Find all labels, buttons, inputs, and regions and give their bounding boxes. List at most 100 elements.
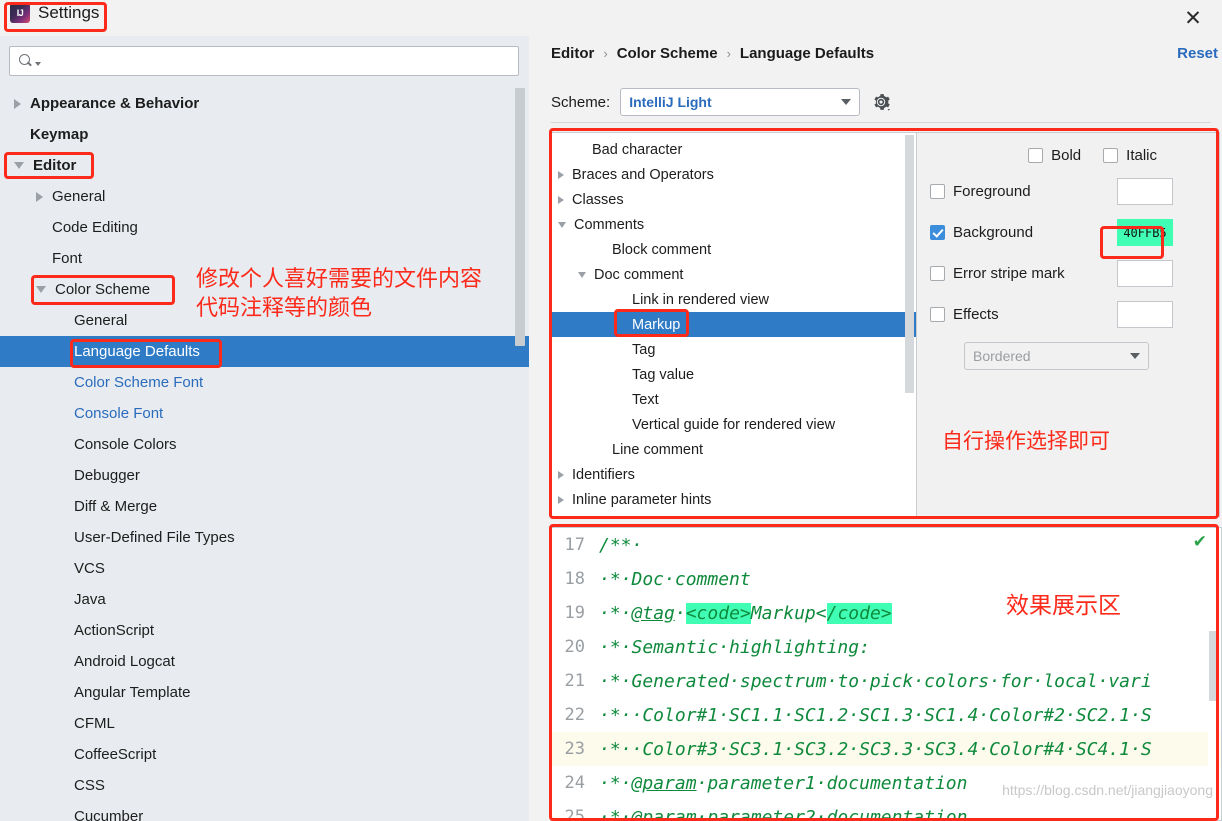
sidebar-item-label: CFML bbox=[74, 715, 115, 732]
settings-category-tree[interactable]: Appearance & Behavior Keymap Editor General… bbox=[0, 88, 529, 821]
background-checkbox[interactable]: Background bbox=[930, 224, 1033, 241]
italic-checkbox[interactable]: Italic bbox=[1103, 147, 1157, 164]
sidebar-item-coffeescript[interactable]: CoffeeScript bbox=[0, 739, 529, 770]
italic-checkbox-box[interactable] bbox=[1103, 148, 1119, 163]
chevron-down-icon[interactable] bbox=[578, 271, 586, 278]
chevron-right-icon[interactable] bbox=[558, 195, 564, 204]
preview-scrollbar[interactable] bbox=[1208, 528, 1220, 820]
sidebar-item-general[interactable]: General bbox=[0, 181, 529, 212]
reset-link[interactable]: Reset bbox=[1177, 45, 1218, 62]
background-checkbox-box[interactable] bbox=[930, 225, 945, 240]
attribute-item-classes[interactable]: Classes bbox=[552, 187, 916, 212]
error-stripe-checkbox[interactable]: Error stripe mark bbox=[930, 265, 1065, 282]
attribute-item-tag-value[interactable]: Tag value bbox=[552, 362, 916, 387]
sidebar-item-color-scheme-font[interactable]: Color Scheme Font bbox=[0, 367, 529, 398]
attribute-item-label: Classes bbox=[572, 191, 624, 208]
code-lines: 17/**· 18 ·*·Doc·comment 19 ·*·@tag·<code>Ma… bbox=[551, 528, 1221, 821]
effects-type-select[interactable]: Bordered bbox=[964, 342, 1149, 370]
sidebar-item-android-logcat[interactable]: Android Logcat bbox=[0, 646, 529, 677]
effects-label: Effects bbox=[953, 306, 999, 323]
background-color-swatch[interactable]: 40FFB5 bbox=[1117, 219, 1173, 246]
code-text: ·*··Color#3·SC3.1·SC3.2·SC3.3·SC3.4·Colo… bbox=[593, 739, 1152, 760]
attribute-item-vertical-guide-for-rendered-view[interactable]: Vertical guide for rendered view bbox=[552, 412, 916, 437]
attribute-item-link-in-rendered-view[interactable]: Link in rendered view bbox=[552, 287, 916, 312]
sidebar-item-label: Color Scheme bbox=[55, 281, 151, 298]
sidebar-item-user-defined-file-types[interactable]: User-Defined File Types bbox=[0, 522, 529, 553]
attribute-item-doc-comment[interactable]: Doc comment bbox=[552, 262, 916, 287]
attribute-item-label: Vertical guide for rendered view bbox=[632, 416, 836, 433]
sidebar-item-console-font[interactable]: Console Font bbox=[0, 398, 529, 429]
bold-checkbox[interactable]: Bold bbox=[1028, 147, 1081, 164]
chevron-down-icon[interactable] bbox=[14, 162, 24, 169]
chevron-down-icon[interactable] bbox=[36, 286, 46, 293]
color-scheme-preview[interactable]: 17/**· 18 ·*·Doc·comment 19 ·*·@tag·<code>Ma… bbox=[550, 527, 1222, 821]
sidebar-item-language-defaults[interactable]: Language Defaults bbox=[0, 336, 529, 367]
preview-scrollbar-thumb[interactable] bbox=[1209, 631, 1219, 701]
sidebar-item-appearance-behavior[interactable]: Appearance & Behavior bbox=[0, 88, 529, 119]
search-input[interactable] bbox=[41, 53, 518, 69]
sidebar-item-console-colors[interactable]: Console Colors bbox=[0, 429, 529, 460]
attribute-item-identifiers[interactable]: Identifiers bbox=[552, 462, 916, 487]
attribute-tree-scrollbar[interactable] bbox=[905, 135, 914, 516]
error-stripe-color-swatch[interactable] bbox=[1117, 260, 1173, 287]
error-stripe-checkbox-box[interactable] bbox=[930, 266, 945, 281]
settings-sidebar: Appearance & Behavior Keymap Editor General… bbox=[0, 36, 529, 821]
sidebar-item-angular-template[interactable]: Angular Template bbox=[0, 677, 529, 708]
sidebar-item-actionscript[interactable]: ActionScript bbox=[0, 615, 529, 646]
attribute-item-bad-character[interactable]: Bad character bbox=[552, 137, 916, 162]
gear-icon[interactable] bbox=[870, 91, 892, 113]
code-span: ·parameter2·documentation bbox=[696, 806, 968, 821]
breadcrumb-item-language-defaults[interactable]: Language Defaults bbox=[740, 45, 874, 62]
sidebar-item-css[interactable]: CSS bbox=[0, 770, 529, 801]
scheme-select[interactable]: IntelliJ Light bbox=[620, 88, 861, 116]
attribute-item-block-comment[interactable]: Block comment bbox=[552, 237, 916, 262]
sidebar-item-debugger[interactable]: Debugger bbox=[0, 460, 529, 491]
sidebar-item-java[interactable]: Java bbox=[0, 584, 529, 615]
sidebar-item-label: General bbox=[74, 312, 128, 329]
sidebar-item-keymap[interactable]: Keymap bbox=[0, 119, 529, 150]
chevron-right-icon[interactable] bbox=[558, 495, 564, 504]
effects-checkbox[interactable]: Effects bbox=[930, 306, 999, 323]
close-icon[interactable]: ✕ bbox=[1180, 5, 1206, 31]
attribute-item-label: Markup bbox=[632, 316, 681, 333]
foreground-checkbox-box[interactable] bbox=[930, 184, 945, 199]
attribute-tree-scrollbar-thumb[interactable] bbox=[905, 135, 914, 393]
line-number: 18 bbox=[551, 569, 593, 589]
sidebar-item-cfml[interactable]: CFML bbox=[0, 708, 529, 739]
attribute-item-line-comment[interactable]: Line comment bbox=[552, 437, 916, 462]
effects-color-swatch[interactable] bbox=[1117, 301, 1173, 328]
attribute-item-label: Identifiers bbox=[572, 466, 635, 483]
effects-checkbox-box[interactable] bbox=[930, 307, 945, 322]
attribute-item-tag[interactable]: Tag bbox=[552, 337, 916, 362]
chevron-right-icon[interactable] bbox=[36, 191, 43, 202]
window-title: Settings bbox=[38, 3, 100, 22]
code-span: ·*· bbox=[599, 602, 632, 624]
attribute-item-comments[interactable]: Comments bbox=[552, 212, 916, 237]
attribute-item-braces-and-operators[interactable]: Braces and Operators bbox=[552, 162, 916, 187]
chevron-right-icon[interactable] bbox=[558, 470, 564, 479]
chevron-right-icon[interactable] bbox=[558, 170, 564, 179]
sidebar-item-code-editing[interactable]: Code Editing bbox=[0, 212, 529, 243]
chevron-down-icon[interactable] bbox=[558, 221, 566, 228]
breadcrumb-item-color-scheme[interactable]: Color Scheme bbox=[617, 45, 718, 62]
sidebar-scrollbar[interactable] bbox=[515, 88, 525, 821]
code-span: ·*··Color#3·SC3.1·SC3.2·SC3.3·SC3.4·Colo… bbox=[599, 738, 1152, 760]
chevron-right-icon[interactable] bbox=[14, 98, 21, 109]
attribute-item-markup[interactable]: Markup bbox=[552, 312, 916, 337]
header-divider bbox=[551, 122, 1211, 123]
bold-checkbox-box[interactable] bbox=[1028, 148, 1044, 163]
code-text: ·*··Color#1·SC1.1·SC1.2·SC1.3·SC1.4·Colo… bbox=[593, 705, 1152, 726]
sidebar-scrollbar-thumb[interactable] bbox=[515, 88, 525, 346]
foreground-checkbox[interactable]: Foreground bbox=[930, 183, 1031, 200]
attribute-item-inline-parameter-hints[interactable]: Inline parameter hints bbox=[552, 487, 916, 512]
sidebar-item-vcs[interactable]: VCS bbox=[0, 553, 529, 584]
breadcrumb-item-editor[interactable]: Editor bbox=[551, 45, 594, 62]
attribute-tree[interactable]: Bad character Braces and Operators Classes… bbox=[552, 133, 917, 516]
sidebar-item-editor[interactable]: Editor bbox=[0, 150, 529, 181]
sidebar-item-label: Java bbox=[74, 591, 106, 608]
attribute-item-text[interactable]: Text bbox=[552, 387, 916, 412]
sidebar-item-cucumber[interactable]: Cucumber bbox=[0, 801, 529, 821]
sidebar-item-diff-merge[interactable]: Diff & Merge bbox=[0, 491, 529, 522]
foreground-color-swatch[interactable] bbox=[1117, 178, 1173, 205]
search-box[interactable] bbox=[9, 46, 519, 76]
